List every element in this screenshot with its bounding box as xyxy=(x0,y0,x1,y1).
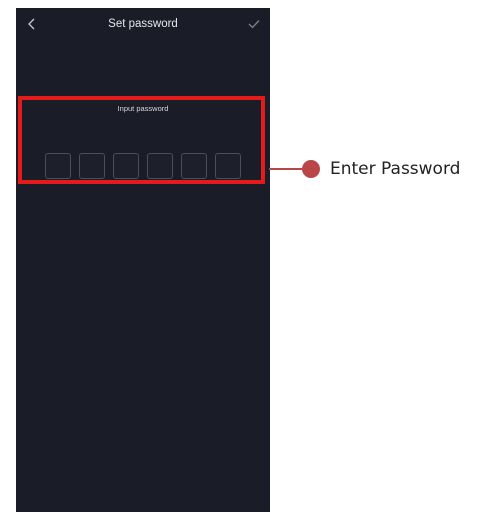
top-bar: Set password xyxy=(16,8,270,44)
page-title: Set password xyxy=(108,18,178,30)
phone-screen: Set password Input password xyxy=(16,8,270,512)
highlight-frame xyxy=(18,96,265,184)
checkmark-icon[interactable] xyxy=(247,17,261,31)
callout-label: Enter Password xyxy=(330,159,461,179)
callout-dot xyxy=(302,160,320,178)
